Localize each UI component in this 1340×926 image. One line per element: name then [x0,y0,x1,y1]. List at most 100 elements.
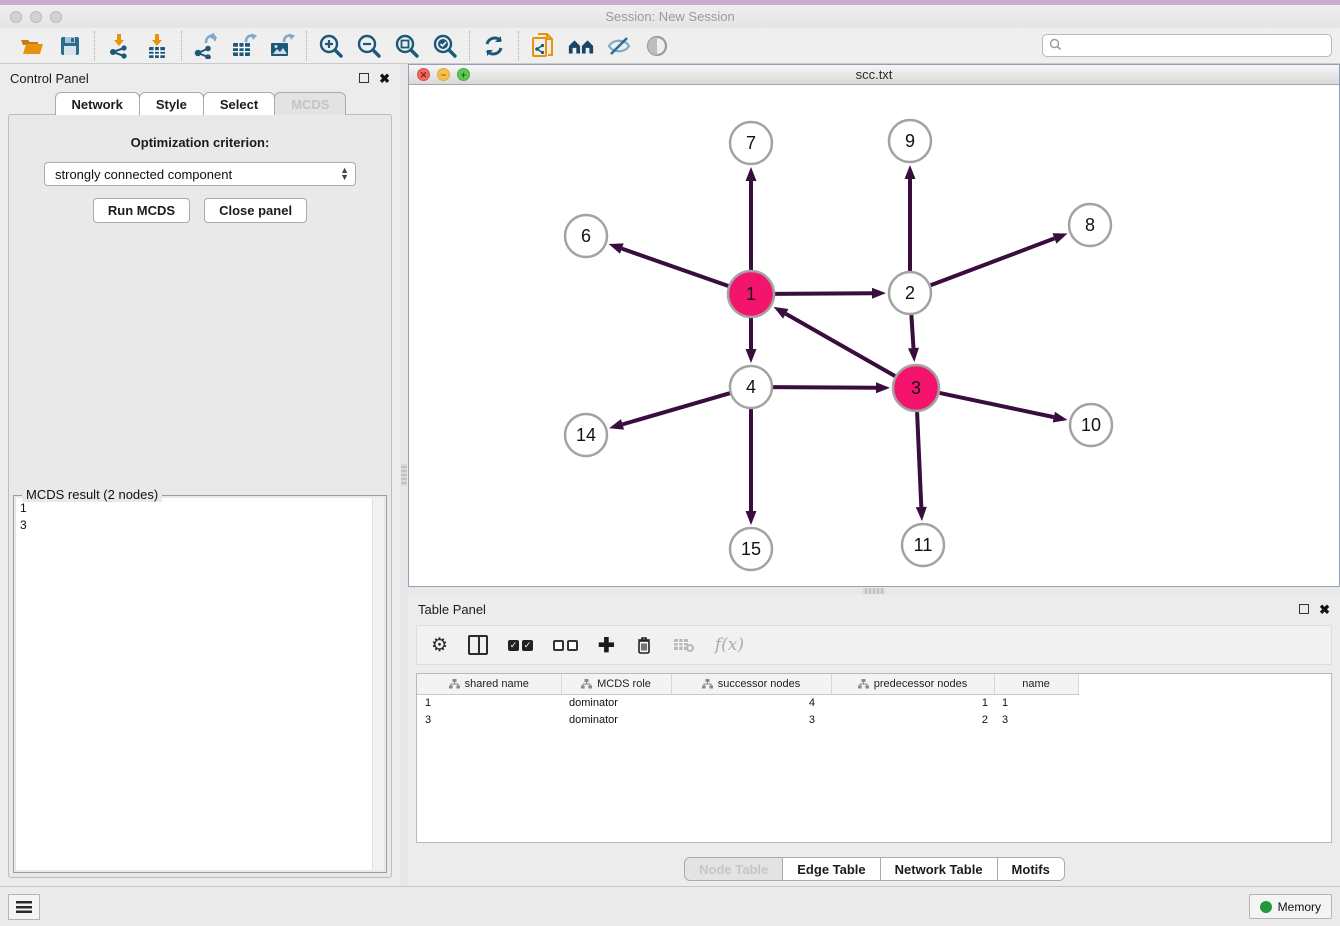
node-label-2: 2 [905,283,915,303]
network-window: ✕ − + scc.txt 7968124314101511 [408,64,1340,587]
horizontal-splitter[interactable] [408,587,1340,595]
mcds-result-line: 1 [20,500,368,517]
zoom-out-icon[interactable] [355,32,383,60]
edge-2-8[interactable] [931,238,1055,285]
column-header-successor-nodes[interactable]: successor nodes [671,674,831,694]
delete-row-icon[interactable] [635,632,653,658]
arrowhead-2-9 [905,165,916,179]
tab-network[interactable]: Network [55,92,140,115]
edge-4-14[interactable] [622,393,729,424]
arrowhead-3-11 [916,507,927,521]
zoom-selected-icon[interactable] [431,32,459,60]
cell-name[interactable]: 3 [994,711,1078,728]
tab-mcds[interactable]: MCDS [274,92,346,115]
refresh-icon[interactable] [480,32,508,60]
float-panel-icon[interactable] [359,73,369,83]
cell-mcds-role[interactable]: dominator [561,711,671,728]
criterion-value: strongly connected component [55,167,232,182]
column-header-mcds-role[interactable]: MCDS role [561,674,671,694]
deselect-all-icon[interactable] [553,632,578,658]
edge-3-1[interactable] [786,314,895,376]
edge-3-11[interactable] [917,412,921,507]
split-columns-icon[interactable] [468,632,488,658]
column-header-name[interactable]: name [994,674,1078,694]
cell-predecessor-nodes[interactable]: 2 [831,711,994,728]
vertical-splitter[interactable] [400,64,408,886]
arrowhead-3-1 [774,307,789,319]
network-window-titlebar[interactable]: ✕ − + scc.txt [409,65,1339,85]
delete-table-icon[interactable] [673,632,695,658]
cell-successor-nodes[interactable]: 4 [671,694,831,711]
function-builder-icon[interactable]: f(x) [715,632,744,658]
mcds-result-box: MCDS result (2 nodes) 13 [13,495,387,873]
show-hide-icon[interactable] [643,32,671,60]
tab-network-table[interactable]: Network Table [880,857,998,881]
app-titlebar: Session: New Session [0,5,1340,28]
control-panel-tabs: NetworkStyleSelectMCDS [0,92,400,115]
float-table-panel-icon[interactable] [1299,604,1309,614]
arrowhead-1-7 [746,167,757,181]
export-image-icon[interactable] [268,32,296,60]
mcds-panel: Optimization criterion: strongly connect… [8,114,392,878]
close-panel-icon[interactable]: ✖ [379,72,390,85]
add-row-icon[interactable]: ✚ [598,632,615,658]
edge-1-6[interactable] [622,249,729,286]
memory-button[interactable]: Memory [1249,894,1332,919]
cell-mcds-role[interactable]: dominator [561,694,671,711]
arrowhead-1-2 [872,288,886,299]
arrowhead-4-3 [876,382,890,393]
close-table-panel-icon[interactable]: ✖ [1319,603,1330,616]
node-label-11: 11 [914,535,933,555]
open-folder-icon[interactable] [18,32,46,60]
export-network-icon[interactable] [192,32,220,60]
cell-successor-nodes[interactable]: 3 [671,711,831,728]
save-icon[interactable] [56,32,84,60]
zoom-in-icon[interactable] [317,32,345,60]
network-canvas[interactable]: 7968124314101511 [409,85,1339,586]
run-mcds-button[interactable]: Run MCDS [93,198,190,223]
table-row[interactable]: 1dominator411 [417,694,1078,711]
tab-node-table[interactable]: Node Table [684,857,783,881]
graphics-details-icon[interactable] [605,32,633,60]
column-header-shared-name[interactable]: shared name [417,674,561,694]
arrowhead-1-6 [609,243,624,253]
node-label-4: 4 [746,377,756,397]
select-stepper-icon: ▲▼ [340,167,349,181]
table-panel: Table Panel ✖ ⚙ ✓✓ ✚ f(x) [408,595,1340,886]
first-neighbors-icon[interactable] [567,32,595,60]
tab-edge-table[interactable]: Edge Table [782,857,880,881]
tab-motifs[interactable]: Motifs [997,857,1065,881]
select-all-icon[interactable]: ✓✓ [508,632,533,658]
task-history-button[interactable] [8,894,40,920]
import-table-icon[interactable] [143,32,171,60]
cell-shared-name[interactable]: 3 [417,711,561,728]
search-input[interactable] [1042,34,1332,57]
close-panel-button[interactable]: Close panel [204,198,307,223]
edge-3-10[interactable] [939,393,1053,417]
edge-1-2[interactable] [775,293,872,294]
cell-predecessor-nodes[interactable]: 1 [831,694,994,711]
import-network-icon[interactable] [105,32,133,60]
zoom-fit-icon[interactable] [393,32,421,60]
cell-shared-name[interactable]: 1 [417,694,561,711]
status-bar: Memory [0,886,1340,926]
edge-4-3[interactable] [773,387,876,388]
table-settings-icon[interactable]: ⚙ [431,632,448,658]
mcds-result-title: MCDS result (2 nodes) [22,487,162,502]
mcds-result-scrollbar[interactable] [372,498,384,870]
control-panel: Control Panel ✖ NetworkStyleSelectMCDS O… [0,64,400,886]
tab-select[interactable]: Select [203,92,275,115]
tab-style[interactable]: Style [139,92,204,115]
clone-network-icon[interactable] [529,32,557,60]
mcds-result-list: 13 [16,498,372,870]
table-row[interactable]: 3dominator323 [417,711,1078,728]
column-header-predecessor-nodes[interactable]: predecessor nodes [831,674,994,694]
cell-name[interactable]: 1 [994,694,1078,711]
export-table-icon[interactable] [230,32,258,60]
memory-label: Memory [1278,900,1321,914]
edge-2-3[interactable] [911,315,913,348]
criterion-select[interactable]: strongly connected component ▲▼ [44,162,356,186]
node-label-15: 15 [741,539,761,559]
optimization-label: Optimization criterion: [9,135,391,150]
list-icon [16,901,32,913]
